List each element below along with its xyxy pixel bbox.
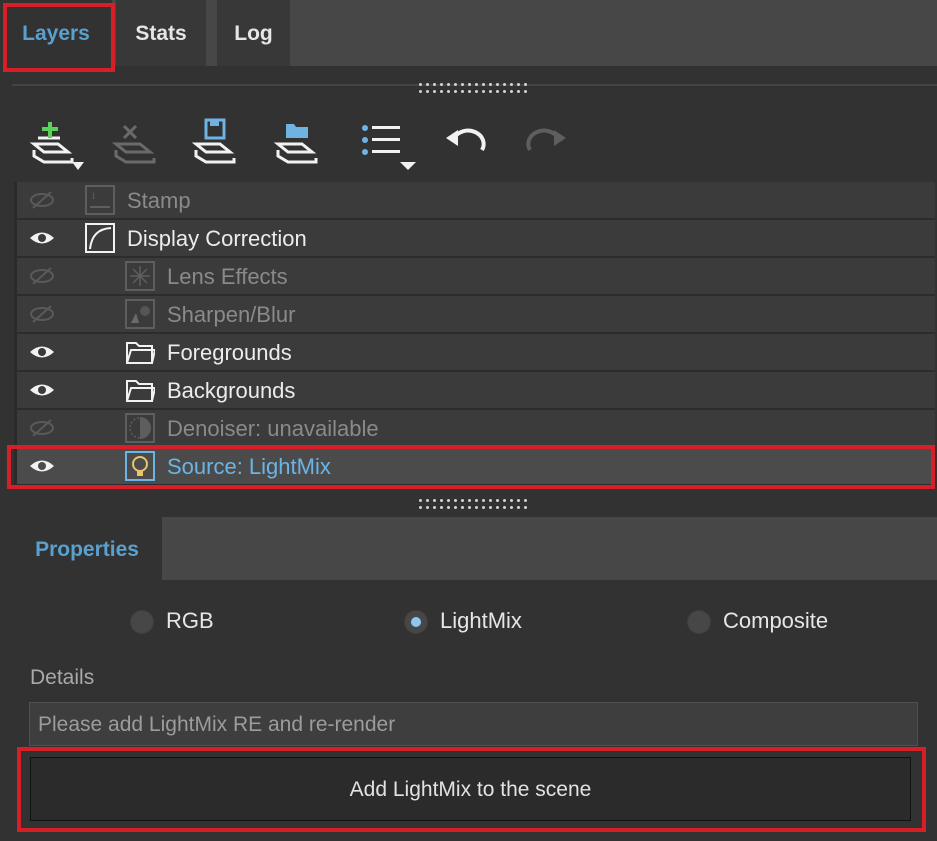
- lens-effects-icon: [125, 261, 155, 291]
- visibility-on-icon[interactable]: [29, 377, 55, 403]
- denoiser-icon: [125, 413, 155, 443]
- visibility-off-icon[interactable]: [29, 187, 55, 213]
- splitter-grip-top[interactable]: [417, 81, 529, 95]
- stamp-icon: i: [85, 185, 115, 215]
- radio-label: LightMix: [440, 608, 522, 633]
- properties-tab-bar: Properties: [12, 517, 937, 580]
- visibility-on-icon[interactable]: [29, 453, 55, 479]
- layer-name: Backgrounds: [167, 378, 296, 403]
- details-field: Please add LightMix RE and re-render: [29, 702, 918, 746]
- layer-row[interactable]: Display Correction: [17, 220, 935, 258]
- layer-row-selected[interactable]: Source: LightMix: [17, 448, 935, 486]
- tab-layers[interactable]: Layers: [0, 0, 112, 66]
- undo-icon[interactable]: [436, 114, 496, 172]
- radio-dot: [130, 610, 154, 634]
- visibility-off-icon[interactable]: [29, 301, 55, 327]
- layer-name: Lens Effects: [167, 264, 288, 289]
- redo-icon[interactable]: [516, 114, 576, 172]
- sharpen-blur-icon: [125, 299, 155, 329]
- layer-row[interactable]: Sharpen/Blur: [17, 296, 935, 334]
- tab-properties[interactable]: Properties: [12, 517, 162, 580]
- layer-row[interactable]: i Stamp: [17, 182, 935, 220]
- tab-stats[interactable]: Stats: [116, 0, 206, 66]
- layer-row[interactable]: Foregrounds: [17, 334, 935, 372]
- layer-name: Source: LightMix: [167, 454, 331, 479]
- add-lightmix-button[interactable]: Add LightMix to the scene: [30, 757, 911, 821]
- layer-list: i Stamp Display Correction Lens Effects: [14, 182, 935, 488]
- add-layer-icon[interactable]: [24, 114, 84, 172]
- layer-row[interactable]: Lens Effects: [17, 258, 935, 296]
- layer-name: Sharpen/Blur: [167, 302, 296, 327]
- tab-bar: Layers Stats Log: [0, 0, 937, 66]
- layer-row[interactable]: Backgrounds: [17, 372, 935, 410]
- visibility-off-icon[interactable]: [29, 415, 55, 441]
- list-menu-icon[interactable]: [356, 114, 416, 172]
- radio-label: Composite: [723, 608, 829, 633]
- layer-name: Foregrounds: [167, 340, 292, 365]
- layer-row[interactable]: Denoiser: unavailable: [17, 410, 935, 448]
- radio-dot-checked: [404, 610, 428, 634]
- svg-text:i: i: [92, 191, 95, 202]
- load-layers-icon[interactable]: [268, 114, 328, 172]
- tab-log[interactable]: Log: [217, 0, 290, 66]
- folder-icon: [126, 342, 155, 364]
- folder-icon: [126, 380, 155, 402]
- lightbulb-icon: [125, 451, 155, 481]
- visibility-on-icon[interactable]: [29, 225, 55, 251]
- radio-label: RGB: [166, 608, 214, 633]
- curve-icon: [85, 223, 115, 253]
- visibility-off-icon[interactable]: [29, 263, 55, 289]
- details-label: Details: [30, 666, 95, 689]
- radio-dot: [687, 610, 711, 634]
- layer-name: Stamp: [127, 188, 191, 213]
- layer-name: Display Correction: [127, 226, 307, 251]
- layer-name: Denoiser: unavailable: [167, 416, 379, 441]
- splitter-grip-bottom[interactable]: [417, 497, 529, 511]
- remove-layer-icon[interactable]: [106, 114, 166, 172]
- save-layers-icon[interactable]: [186, 114, 246, 172]
- visibility-on-icon[interactable]: [29, 339, 55, 365]
